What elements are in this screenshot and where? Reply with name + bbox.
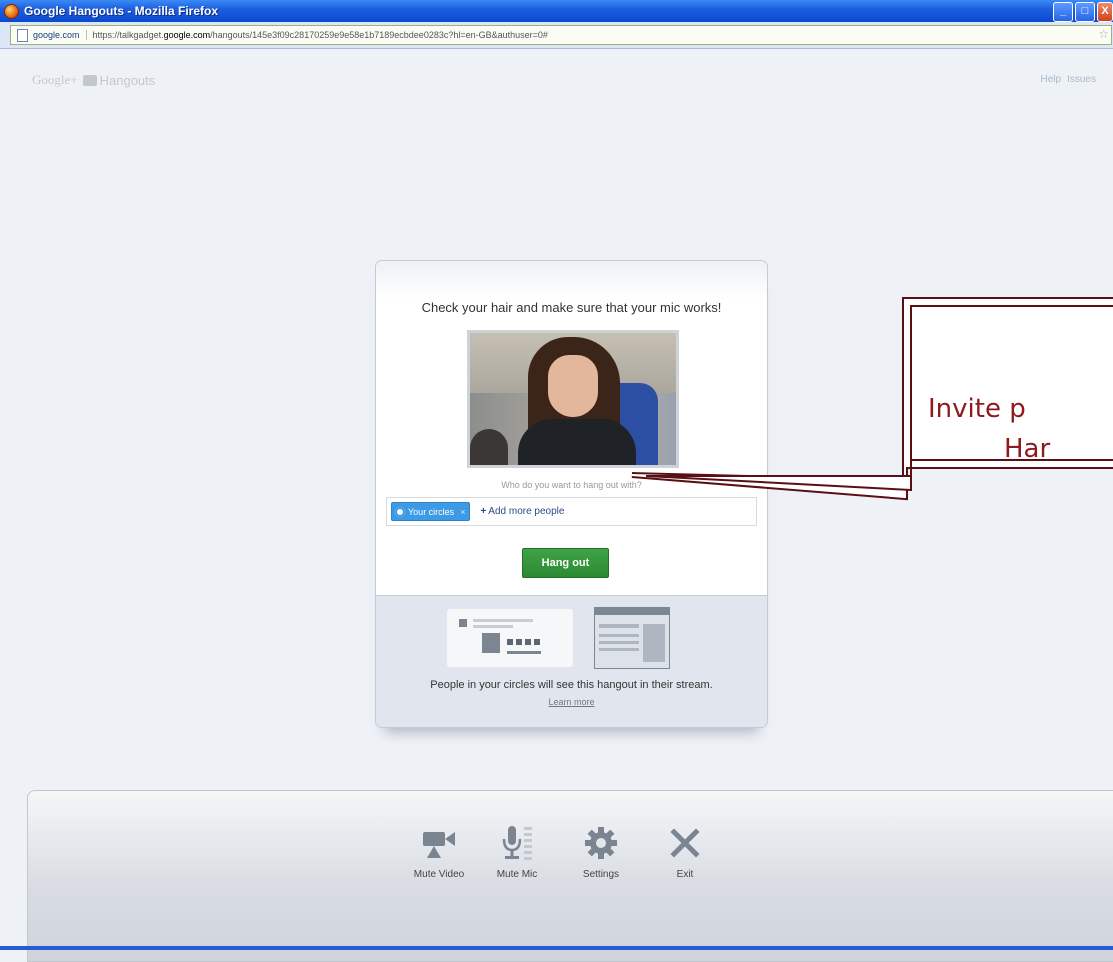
mute-video-button[interactable]: Mute Video — [404, 823, 474, 880]
gear-icon — [566, 823, 636, 863]
close-icon — [650, 823, 720, 863]
exit-label: Exit — [676, 869, 694, 880]
callout-text: Invite p Har — [928, 389, 1113, 469]
taskbar-edge — [0, 946, 1113, 950]
callout-line-2: Har — [1004, 434, 1051, 464]
mute-mic-label: Mute Mic — [496, 869, 538, 880]
microphone-icon — [482, 823, 552, 863]
video-camera-icon — [404, 823, 474, 863]
mute-mic-button[interactable]: Mute Mic — [482, 823, 552, 880]
callout-line-1: Invite p — [928, 394, 1026, 424]
settings-button[interactable]: Settings — [566, 823, 636, 880]
settings-label: Settings — [582, 869, 620, 880]
exit-button[interactable]: Exit — [650, 823, 720, 880]
mute-video-label: Mute Video — [413, 869, 465, 880]
